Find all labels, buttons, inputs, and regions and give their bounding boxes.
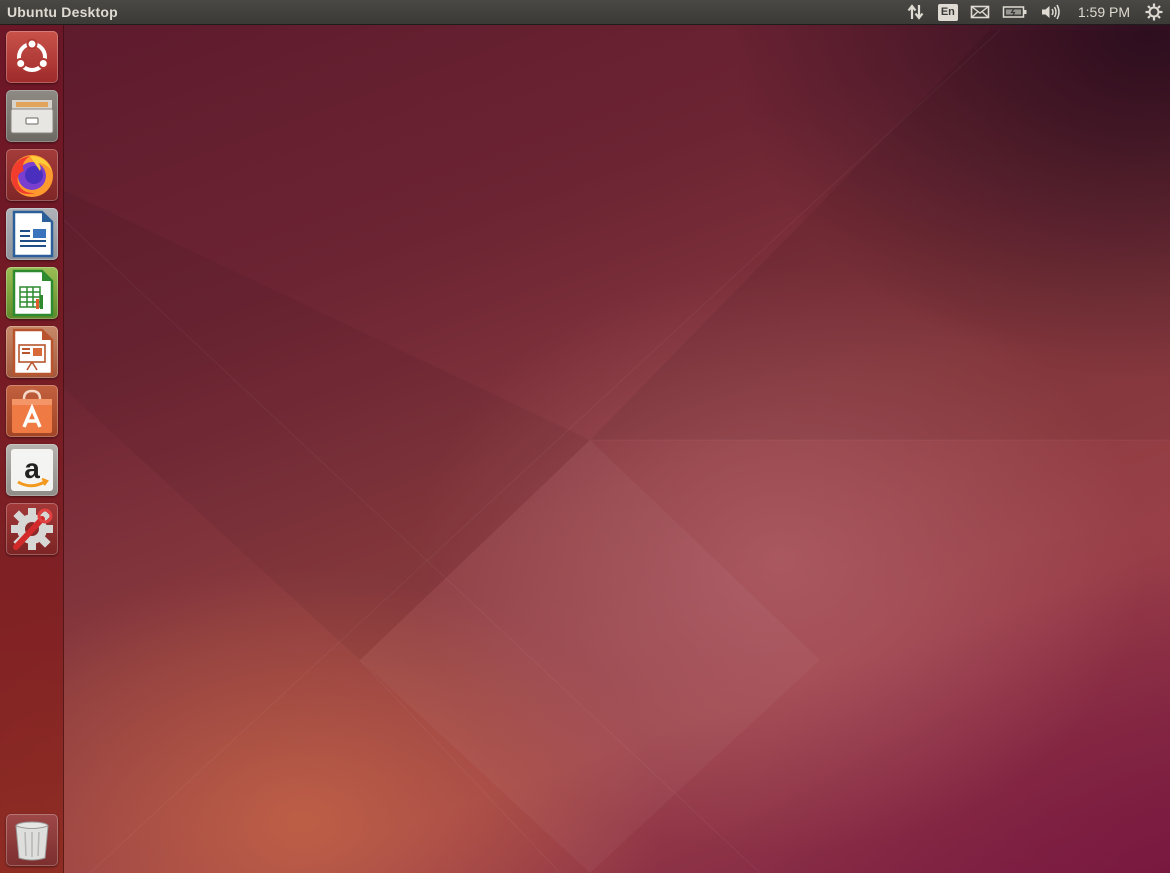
network-icon[interactable] [906, 0, 926, 24]
impress-presentation-icon [12, 328, 54, 376]
launcher-dash-home[interactable] [6, 31, 58, 83]
ubuntu-logo-icon [15, 38, 49, 72]
file-cabinet-icon [10, 100, 54, 134]
desktop-wallpaper[interactable] [0, 0, 1170, 873]
gear-wrench-icon [11, 508, 53, 550]
launcher-firefox[interactable] [6, 149, 58, 201]
battery-icon[interactable] [1002, 0, 1028, 24]
firefox-icon [11, 155, 53, 197]
launcher-libreoffice-calc[interactable] [6, 267, 58, 319]
launcher: a [0, 25, 64, 873]
launcher-amazon[interactable]: a [6, 444, 58, 496]
keyboard-layout-indicator[interactable]: En [937, 0, 958, 24]
launcher-libreoffice-impress[interactable] [6, 326, 58, 378]
mail-icon[interactable] [970, 0, 990, 24]
writer-document-icon [12, 210, 54, 258]
trash-bin-icon [15, 821, 49, 861]
wallpaper-pattern [0, 29, 1170, 873]
keyboard-layout-label: En [937, 3, 958, 21]
launcher-files[interactable] [6, 90, 58, 142]
clock[interactable]: 1:59 PM [1078, 4, 1130, 20]
window-title: Ubuntu Desktop [7, 4, 118, 20]
launcher-system-settings[interactable] [6, 503, 58, 555]
launcher-trash[interactable] [6, 814, 58, 866]
top-panel: Ubuntu Desktop En 1:59 PM [0, 0, 1170, 25]
launcher-ubuntu-software[interactable] [6, 385, 58, 437]
svg-text:a: a [24, 453, 40, 484]
system-gear-icon[interactable] [1145, 0, 1163, 24]
shopping-bag-a-icon [12, 389, 52, 433]
launcher-libreoffice-writer[interactable] [6, 208, 58, 260]
volume-icon[interactable] [1040, 0, 1062, 24]
amazon-logo-icon: a [11, 449, 53, 491]
calc-spreadsheet-icon [12, 269, 54, 317]
indicator-area: En 1:59 PM [900, 0, 1170, 24]
